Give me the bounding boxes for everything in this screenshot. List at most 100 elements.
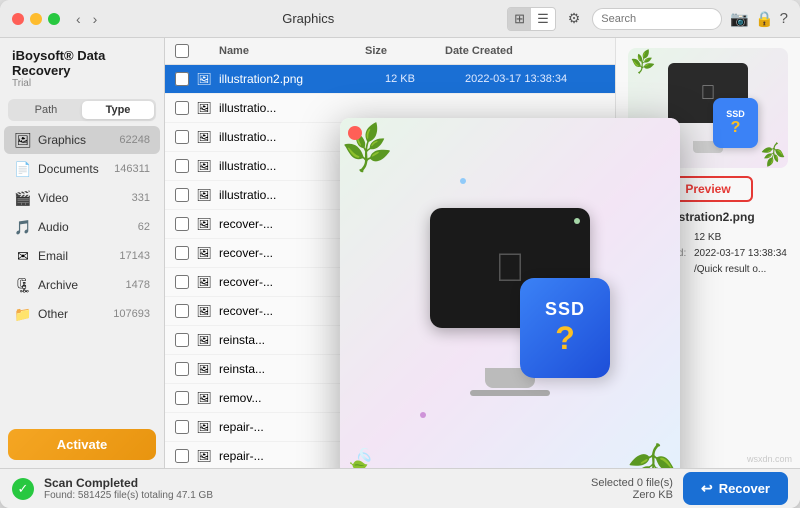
- dot-accent: [420, 412, 426, 418]
- sidebar-item-archive[interactable]: 🗜 Archive 1478: [4, 271, 160, 299]
- sidebar-label-documents: Documents: [38, 162, 114, 176]
- video-icon: 🎬: [14, 189, 32, 207]
- sidebar-item-documents[interactable]: 📄 Documents 146311: [4, 155, 160, 183]
- sidebar-count-graphics: 62248: [119, 134, 150, 146]
- file-type-icon: 🖼: [195, 389, 213, 407]
- row-checkbox[interactable]: [175, 304, 189, 318]
- sidebar-item-graphics[interactable]: 🖼 Graphics 62248: [4, 126, 160, 154]
- row-checkbox[interactable]: [175, 246, 189, 260]
- file-type-icon: 🖼: [195, 360, 213, 378]
- file-type-icon: 🖼: [195, 331, 213, 349]
- sidebar-label-other: Other: [38, 307, 113, 321]
- imac-illustration:  SSD ?: [410, 208, 610, 408]
- sidebar-count-documents: 146311: [114, 163, 150, 175]
- row-checkbox[interactable]: [175, 420, 189, 434]
- list-view-button[interactable]: ☰: [531, 8, 555, 30]
- recover-label: Recover: [719, 481, 770, 496]
- search-input[interactable]: [592, 8, 722, 30]
- sidebar-count-video: 331: [132, 192, 150, 204]
- leaf-small-tl: 🌿: [629, 49, 657, 76]
- sidebar-item-video[interactable]: 🎬 Video 331: [4, 184, 160, 212]
- back-button[interactable]: ‹: [72, 9, 85, 29]
- recover-icon: ↩: [701, 480, 713, 497]
- camera-icon-button[interactable]: 📷: [730, 10, 749, 28]
- file-type-icon: 🖼: [195, 157, 213, 175]
- row-checkbox[interactable]: [175, 449, 189, 463]
- dot-accent: [574, 218, 580, 224]
- sidebar-label-archive: Archive: [38, 278, 126, 292]
- size-value: 12 KB: [694, 230, 721, 246]
- sidebar-count-other: 107693: [113, 308, 150, 320]
- scan-detail-label: Found: 581425 file(s) totaling 47.1 GB: [44, 490, 581, 501]
- table-row[interactable]: 🖼 illustration2.png 12 KB 2022-03-17 13:…: [165, 65, 615, 94]
- archive-icon: 🗜: [14, 276, 32, 294]
- row-checkbox[interactable]: [175, 391, 189, 405]
- leaf-small-br: 🌿: [759, 140, 787, 167]
- tab-type[interactable]: Type: [82, 101, 154, 119]
- minimize-button[interactable]: [30, 13, 42, 25]
- ssd-text: SSD: [726, 109, 745, 119]
- column-header-name: Name: [219, 45, 365, 57]
- select-all-checkbox[interactable]: [175, 44, 189, 58]
- audio-icon: 🎵: [14, 218, 32, 236]
- sidebar-count-email: 17143: [119, 250, 150, 262]
- filter-button[interactable]: ⚙: [564, 8, 585, 29]
- file-list-header: Name Size Date Created: [165, 38, 615, 65]
- sidebar-item-audio[interactable]: 🎵 Audio 62: [4, 213, 160, 241]
- selected-files-count: Selected 0 file(s): [591, 477, 673, 489]
- maximize-button[interactable]: [48, 13, 60, 25]
- row-checkbox[interactable]: [175, 101, 189, 115]
- trial-badge: Trial: [12, 78, 152, 89]
- sidebar-header: iBoysoft® Data Recovery Trial: [0, 38, 164, 95]
- help-icon-button[interactable]: ?: [780, 10, 788, 28]
- row-checkbox[interactable]: [175, 362, 189, 376]
- leaf-decoration-br: 🌿: [623, 438, 680, 468]
- file-type-icon: 🖼: [195, 418, 213, 436]
- activate-button[interactable]: Activate: [8, 429, 156, 460]
- selected-files-size: Zero KB: [591, 489, 673, 501]
- ssd-illustration: SSD ?: [520, 278, 610, 378]
- row-checkbox[interactable]: [175, 159, 189, 173]
- popup-close-button[interactable]: [348, 126, 362, 140]
- sidebar-item-other[interactable]: 📁 Other 107693: [4, 300, 160, 328]
- row-checkbox[interactable]: [175, 130, 189, 144]
- sidebar: iBoysoft® Data Recovery Trial Path Type …: [0, 38, 165, 468]
- status-bar: ✓ Scan Completed Found: 581425 file(s) t…: [0, 468, 800, 508]
- traffic-lights: [12, 13, 60, 25]
- info-icon-button[interactable]: 🔒: [755, 10, 774, 28]
- apple-logo-icon: : [495, 246, 525, 291]
- recover-button[interactable]: ↩ Recover: [683, 472, 788, 505]
- row-checkbox[interactable]: [175, 72, 189, 86]
- toolbar-right: ⊞ ☰ ⚙ 📷 🔒 ?: [507, 7, 788, 31]
- app-name: iBoysoft® Data Recovery: [12, 48, 152, 78]
- selected-files-info: Selected 0 file(s) Zero KB: [591, 477, 673, 501]
- column-header-date: Date Created: [445, 45, 585, 57]
- ssd-q-icon: ?: [731, 119, 741, 137]
- scan-complete-label: Scan Completed: [44, 476, 581, 490]
- file-size: 12 KB: [385, 73, 465, 85]
- forward-button[interactable]: ›: [89, 9, 102, 29]
- row-checkbox[interactable]: [175, 333, 189, 347]
- grid-view-button[interactable]: ⊞: [508, 8, 531, 30]
- sidebar-items: 🖼 Graphics 62248 📄 Documents 146311 🎬 Vi…: [0, 125, 164, 421]
- file-date: 2022-03-17 13:38:34: [465, 73, 605, 85]
- sidebar-item-email[interactable]: ✉ Email 17143: [4, 242, 160, 270]
- thumbnail-ssd: SSD ?: [713, 98, 758, 148]
- row-checkbox[interactable]: [175, 217, 189, 231]
- sidebar-label-graphics: Graphics: [38, 133, 119, 147]
- title-bar: ‹ › Graphics ⊞ ☰ ⚙ 📷 🔒 ?: [0, 0, 800, 38]
- other-icon: 📁: [14, 305, 32, 323]
- app-window: ‹ › Graphics ⊞ ☰ ⚙ 📷 🔒 ? iBoysoft® Data …: [0, 0, 800, 508]
- file-type-icon: 🖼: [195, 128, 213, 146]
- date-value: 2022-03-17 13:38:34: [694, 246, 787, 262]
- graphics-icon: 🖼: [14, 131, 32, 149]
- tab-path[interactable]: Path: [10, 101, 82, 119]
- sidebar-label-video: Video: [38, 191, 132, 205]
- close-button[interactable]: [12, 13, 24, 25]
- row-checkbox[interactable]: [175, 275, 189, 289]
- row-checkbox[interactable]: [175, 188, 189, 202]
- sidebar-count-audio: 62: [138, 221, 150, 233]
- file-type-icon: 🖼: [195, 244, 213, 262]
- file-type-icon: 🖼: [195, 186, 213, 204]
- sidebar-tabs: Path Type: [8, 99, 156, 121]
